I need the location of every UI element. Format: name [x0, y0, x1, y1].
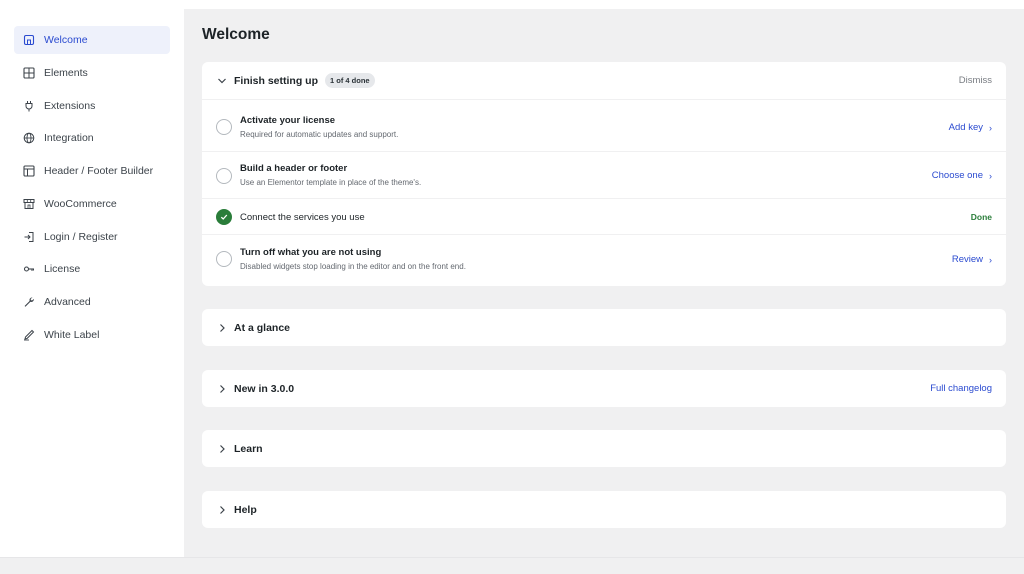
setup-card-title: Finish setting up: [234, 74, 318, 87]
page-title: Welcome: [202, 26, 270, 43]
at-a-glance-section: At a glance: [202, 309, 1006, 346]
choose-one-link[interactable]: Choose one ›: [932, 170, 992, 181]
chevron-right-icon: [216, 383, 228, 395]
task-row: Activate your license Required for autom…: [202, 99, 1006, 151]
section-title: At a glance: [234, 321, 291, 334]
task-description: Use an Elementor template in place of th…: [240, 178, 422, 187]
chevron-right-icon: ›: [989, 122, 992, 133]
main-content: Welcome Finish setting up 1 of 4 done Di…: [184, 9, 1024, 557]
task-checkbox[interactable]: [216, 168, 232, 184]
new-in-header[interactable]: New in 3.0.0: [202, 370, 1006, 407]
task-row: Connect the services you use Done: [202, 198, 1006, 234]
task-checkbox-checked[interactable]: [216, 209, 232, 225]
task-title: Build a header or footer: [240, 163, 348, 174]
section-title: New in 3.0.0: [234, 382, 295, 395]
task-description: Required for automatic updates and suppo…: [240, 130, 399, 139]
sidebar-item-label: Extensions: [44, 100, 96, 112]
sidebar-item-label: Welcome: [44, 34, 88, 46]
sidebar-item-woocommerce[interactable]: WooCommerce: [14, 190, 170, 218]
chevron-down-icon: [216, 75, 228, 87]
sidebar-item-extensions[interactable]: Extensions: [14, 92, 170, 120]
help-section: Help: [202, 491, 1006, 528]
full-changelog-link[interactable]: Full changelog: [930, 383, 992, 394]
task-action-label: Review: [951, 254, 983, 265]
sidebar-item-advanced[interactable]: Advanced: [14, 288, 170, 316]
done-status: Done: [970, 212, 992, 222]
sidebar-item-label: License: [44, 263, 81, 275]
top-bar: [0, 0, 1024, 9]
pen-icon: [23, 329, 35, 341]
at-a-glance-header[interactable]: At a glance: [202, 309, 1006, 346]
setup-card-header[interactable]: Finish setting up 1 of 4 done: [202, 62, 1006, 99]
add-key-link[interactable]: Add key ›: [949, 122, 992, 133]
task-row: Turn off what you are not using Disabled…: [202, 234, 1006, 286]
progress-badge: 1 of 4 done: [325, 73, 375, 88]
chevron-right-icon: [216, 443, 228, 455]
key-icon: [23, 263, 35, 275]
task-description: Disabled widgets stop loading in the edi…: [240, 262, 466, 271]
learn-header[interactable]: Learn: [202, 430, 1006, 467]
help-header[interactable]: Help: [202, 491, 1006, 528]
new-in-section: New in 3.0.0 Full changelog: [202, 370, 1006, 407]
task-action-label: Choose one: [931, 170, 983, 181]
sidebar-item-label: Login / Register: [44, 231, 118, 243]
task-title: Activate your license: [240, 115, 336, 126]
globe-icon: [23, 132, 35, 144]
store-icon: [23, 198, 35, 210]
wrench-icon: [23, 296, 35, 308]
task-title: Connect the services you use: [240, 212, 365, 223]
sidebar-item-integration[interactable]: Integration: [14, 124, 170, 152]
task-checkbox[interactable]: [216, 119, 232, 135]
sidebar-item-label: White Label: [44, 329, 100, 341]
layout-icon: [23, 165, 35, 177]
sidebar-item-license[interactable]: License: [14, 255, 170, 283]
home-icon: [23, 34, 35, 46]
task-checkbox[interactable]: [216, 251, 232, 267]
section-title: Learn: [234, 442, 263, 455]
section-title: Help: [234, 503, 257, 516]
sidebar-item-label: WooCommerce: [44, 198, 117, 210]
task-row: Build a header or footer Use an Elemento…: [202, 151, 1006, 198]
sidebar-item-header-footer-builder[interactable]: Header / Footer Builder: [14, 157, 170, 185]
learn-section: Learn: [202, 430, 1006, 467]
login-icon: [23, 231, 35, 243]
grid-icon: [23, 67, 35, 79]
chevron-right-icon: ›: [989, 254, 992, 265]
check-icon: [220, 214, 228, 220]
sidebar-item-label: Header / Footer Builder: [44, 165, 154, 177]
plug-icon: [23, 100, 35, 112]
sidebar-item-welcome[interactable]: Welcome: [14, 26, 170, 54]
sidebar-item-label: Elements: [44, 67, 88, 79]
sidebar: Welcome Elements Extensions Integration …: [0, 9, 184, 557]
review-link[interactable]: Review ›: [952, 254, 992, 265]
sidebar-item-label: Integration: [44, 132, 94, 144]
chevron-right-icon: [216, 504, 228, 516]
sidebar-item-login-register[interactable]: Login / Register: [14, 223, 170, 251]
task-action-label: Add key: [948, 122, 983, 133]
sidebar-item-label: Advanced: [44, 296, 91, 308]
chevron-right-icon: ›: [989, 170, 992, 181]
sidebar-item-elements[interactable]: Elements: [14, 59, 170, 87]
sidebar-item-white-label[interactable]: White Label: [14, 321, 170, 349]
setup-card: Finish setting up 1 of 4 done Dismiss Ac…: [202, 62, 1006, 286]
dismiss-button[interactable]: Dismiss: [959, 75, 992, 86]
bottom-bar: [0, 557, 1024, 574]
chevron-right-icon: [216, 322, 228, 334]
task-title: Turn off what you are not using: [240, 247, 382, 258]
